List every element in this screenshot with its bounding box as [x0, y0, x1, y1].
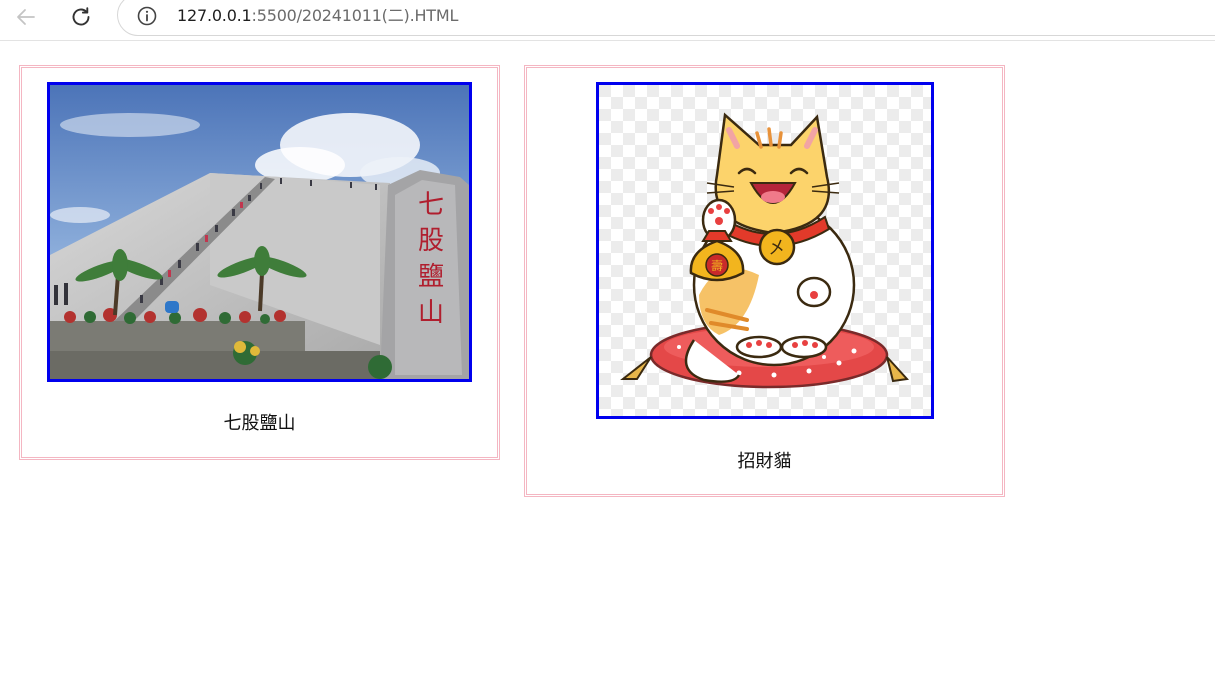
gallery-card-salt-mountain: 七 股 鹽 山 七股鹽山	[19, 65, 500, 460]
gallery-card-lucky-cat: 㐅 壽 招財貓	[524, 65, 1005, 497]
svg-text:股: 股	[418, 226, 444, 256]
browser-toolbar: 127.0.0.1:5500/20241011(二).HTML	[0, 0, 1215, 41]
info-icon[interactable]	[136, 5, 158, 27]
reload-button[interactable]	[67, 3, 95, 31]
lucky-cat-illustration: 㐅 壽	[596, 82, 934, 419]
svg-text:鹽: 鹽	[418, 262, 444, 292]
svg-text:㐅: 㐅	[768, 238, 786, 259]
arrow-left-icon	[17, 9, 35, 25]
reload-icon	[72, 7, 90, 26]
svg-text:山: 山	[418, 298, 444, 328]
caption-salt-mountain: 七股鹽山	[223, 413, 296, 434]
address-path: :5500/20241011(二).HTML	[251, 6, 459, 25]
back-button[interactable]	[12, 3, 40, 31]
address-host: 127.0.0.1	[177, 6, 252, 25]
svg-text:七: 七	[418, 190, 444, 220]
salt-mountain-photo: 七 股 鹽 山	[47, 82, 472, 382]
caption-lucky-cat: 招財貓	[737, 451, 792, 472]
svg-text:壽: 壽	[711, 258, 723, 273]
address-url[interactable]: 127.0.0.1:5500/20241011(二).HTML	[177, 5, 458, 27]
